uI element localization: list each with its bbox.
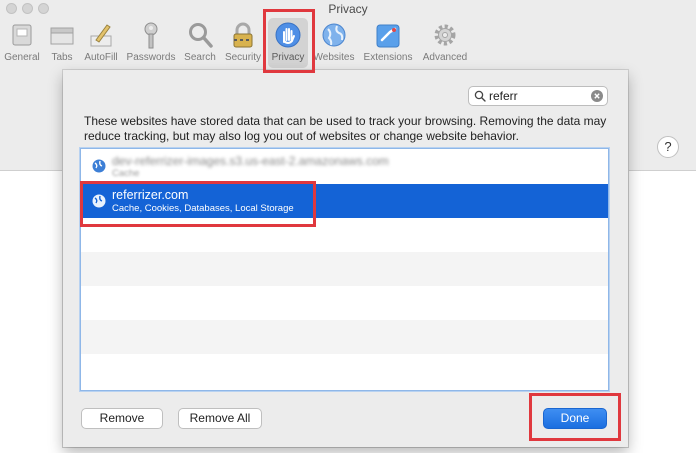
toolbar-search[interactable]: Search xyxy=(182,20,218,68)
autofill-icon xyxy=(90,24,112,47)
toolbar-passwords[interactable]: Passwords xyxy=(124,20,178,68)
site-detail: Cache xyxy=(112,168,140,179)
help-button[interactable]: ? xyxy=(657,136,679,158)
gear-icon xyxy=(434,24,456,46)
site-detail: Cache, Cookies, Databases, Local Storage xyxy=(112,203,294,214)
empty-row xyxy=(81,354,608,388)
remove-button[interactable]: Remove xyxy=(81,408,163,429)
website-list[interactable]: dev-referrizer-images.s3.us-east-2.amazo… xyxy=(80,148,609,391)
clear-search-icon[interactable] xyxy=(591,90,603,102)
preferences-toolbar: General Tabs AutoFill Passwords Search S… xyxy=(0,18,696,70)
description-text: These websites have stored data that can… xyxy=(84,114,607,143)
globe-icon xyxy=(92,159,106,173)
toolbar-privacy[interactable]: Privacy xyxy=(268,20,308,68)
toolbar-advanced[interactable]: Advanced xyxy=(420,20,470,68)
toolbar-websites[interactable]: Websites xyxy=(312,20,356,68)
tabs-icon xyxy=(50,27,74,45)
toolbar-extensions[interactable]: Extensions xyxy=(360,20,416,68)
globe-icon xyxy=(92,194,106,208)
toolbar-general[interactable]: General xyxy=(0,20,44,68)
site-name: dev-referrizer-images.s3.us-east-2.amazo… xyxy=(112,154,389,168)
magnifier-icon xyxy=(189,23,213,48)
toolbar-tabs[interactable]: Tabs xyxy=(47,20,77,68)
site-name: referrizer.com xyxy=(112,188,189,202)
empty-row xyxy=(81,252,608,286)
search-input[interactable] xyxy=(489,87,585,105)
title-bar: Privacy xyxy=(0,0,696,18)
done-button[interactable]: Done xyxy=(543,408,607,429)
globe-icon xyxy=(322,23,346,47)
puzzle-icon xyxy=(376,24,400,48)
website-data-sheet: These websites have stored data that can… xyxy=(63,70,628,447)
hand-icon xyxy=(275,22,301,48)
general-icon xyxy=(12,24,32,46)
lock-icon xyxy=(233,22,253,48)
list-item[interactable]: dev-referrizer-images.s3.us-east-2.amazo… xyxy=(81,149,608,183)
remove-all-button[interactable]: Remove All xyxy=(178,408,262,429)
toolbar-security[interactable]: Security xyxy=(222,20,264,68)
search-field[interactable] xyxy=(468,86,608,106)
list-item-selected[interactable]: referrizer.com Cache, Cookies, Databases… xyxy=(81,184,608,218)
key-icon xyxy=(144,22,158,49)
empty-row xyxy=(81,218,608,252)
window-title: Privacy xyxy=(328,2,368,16)
empty-row xyxy=(81,320,608,354)
search-icon xyxy=(474,90,486,102)
empty-row xyxy=(81,286,608,320)
toolbar-autofill[interactable]: AutoFill xyxy=(82,20,120,68)
